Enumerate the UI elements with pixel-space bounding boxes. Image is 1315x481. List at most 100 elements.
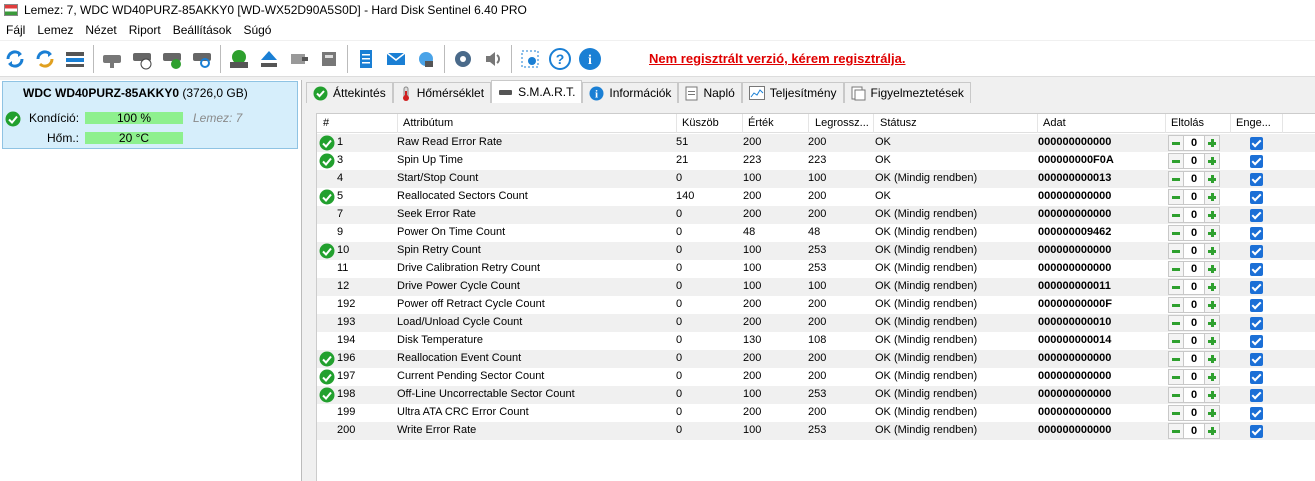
minus-icon[interactable] (1168, 153, 1184, 169)
table-row[interactable]: 194 Disk Temperature 0 130 108 OK (Mindig ren… (317, 332, 1315, 350)
enable-checkbox[interactable] (1250, 137, 1263, 150)
tab-performance[interactable]: Teljesítmény (741, 82, 844, 103)
tab-overview[interactable]: Áttekintés (306, 82, 393, 103)
enable-checkbox[interactable] (1250, 191, 1263, 204)
enable-checkbox[interactable] (1250, 425, 1263, 438)
table-row[interactable]: 1 Raw Read Error Rate 51 200 200 OK 0000000000… (317, 134, 1315, 152)
menu-report[interactable]: Riport (123, 23, 167, 37)
disk-test-icon[interactable] (159, 46, 185, 72)
table-row[interactable]: 196 Reallocation Event Count 0 200 200 OK (Mi… (317, 350, 1315, 368)
minus-icon[interactable] (1168, 333, 1184, 349)
minus-icon[interactable] (1168, 405, 1184, 421)
enable-checkbox[interactable] (1250, 173, 1263, 186)
sound-icon[interactable] (480, 46, 506, 72)
offset-value[interactable]: 0 (1184, 351, 1204, 367)
table-row[interactable]: 197 Current Pending Sector Count 0 200 200 OK… (317, 368, 1315, 386)
unregistered-link[interactable]: Nem regisztrált verzió, kérem regisztrál… (649, 51, 906, 66)
enable-checkbox[interactable] (1250, 245, 1263, 258)
menu-view[interactable]: Nézet (79, 23, 122, 37)
menu-file[interactable]: Fájl (0, 23, 31, 37)
minus-icon[interactable] (1168, 225, 1184, 241)
offset-value[interactable]: 0 (1184, 369, 1204, 385)
minus-icon[interactable] (1168, 135, 1184, 151)
enable-checkbox[interactable] (1250, 209, 1263, 222)
enable-checkbox[interactable] (1250, 155, 1263, 168)
minus-icon[interactable] (1168, 189, 1184, 205)
disk-schedule-icon[interactable] (129, 46, 155, 72)
minus-icon[interactable] (1168, 261, 1184, 277)
tab-alerts[interactable]: Figyelmeztetések (843, 82, 971, 103)
minus-icon[interactable] (1168, 369, 1184, 385)
column-header-enable[interactable]: Enge... (1236, 117, 1271, 129)
enable-checkbox[interactable] (1250, 353, 1263, 366)
minus-icon[interactable] (1168, 297, 1184, 313)
minus-icon[interactable] (1168, 423, 1184, 439)
enable-checkbox[interactable] (1250, 335, 1263, 348)
offset-value[interactable]: 0 (1184, 225, 1204, 241)
table-row[interactable]: 193 Load/Unload Cycle Count 0 200 200 OK (Min… (317, 314, 1315, 332)
enable-checkbox[interactable] (1250, 389, 1263, 402)
offset-value[interactable]: 0 (1184, 315, 1204, 331)
enable-checkbox[interactable] (1250, 299, 1263, 312)
enable-checkbox[interactable] (1250, 317, 1263, 330)
gear-icon[interactable] (450, 46, 476, 72)
offset-value[interactable]: 0 (1184, 171, 1204, 187)
minus-icon[interactable] (1168, 243, 1184, 259)
offset-value[interactable]: 0 (1184, 153, 1204, 169)
disk-tool-icon[interactable] (99, 46, 125, 72)
usb-disk-icon[interactable] (286, 46, 312, 72)
tab-log[interactable]: Napló (678, 82, 742, 103)
offset-value[interactable]: 0 (1184, 387, 1204, 403)
enable-checkbox[interactable] (1250, 407, 1263, 420)
offset-value[interactable]: 0 (1184, 333, 1204, 349)
enable-checkbox[interactable] (1250, 263, 1263, 276)
table-row[interactable]: 11 Drive Calibration Retry Count 0 100 253 OK… (317, 260, 1315, 278)
offset-value[interactable]: 0 (1184, 207, 1204, 223)
refresh-all-icon[interactable] (32, 46, 58, 72)
tab-temperature[interactable]: Hőmérséklet (392, 82, 492, 103)
table-row[interactable]: 4 Start/Stop Count 0 100 100 OK (Mindig rendb… (317, 170, 1315, 188)
plus-icon[interactable] (1204, 153, 1220, 169)
plus-icon[interactable] (1204, 225, 1220, 241)
minus-icon[interactable] (1168, 279, 1184, 295)
offset-value[interactable]: 0 (1184, 261, 1204, 277)
table-row[interactable]: 9 Power On Time Count 0 48 48 OK (Mindig rend… (317, 224, 1315, 242)
disk-list-icon[interactable] (62, 46, 88, 72)
table-row[interactable]: 198 Off-Line Uncorrectable Sector Count 0 1… (317, 386, 1315, 404)
offset-value[interactable]: 0 (1184, 135, 1204, 151)
offset-value[interactable]: 0 (1184, 423, 1204, 439)
plus-icon[interactable] (1204, 351, 1220, 367)
refresh-icon[interactable] (2, 46, 28, 72)
table-row[interactable]: 5 Reallocated Sectors Count 140 200 200 OK 000… (317, 188, 1315, 206)
external-disk-icon[interactable] (316, 46, 342, 72)
offset-value[interactable]: 0 (1184, 297, 1204, 313)
plus-icon[interactable] (1204, 189, 1220, 205)
column-header-worst[interactable]: Legrossz... (815, 117, 869, 129)
plus-icon[interactable] (1204, 171, 1220, 187)
eject-icon[interactable] (256, 46, 282, 72)
menu-help[interactable]: Súgó (237, 23, 277, 37)
menu-settings[interactable]: Beállítások (167, 23, 238, 37)
plus-icon[interactable] (1204, 369, 1220, 385)
column-header-status[interactable]: Státusz (880, 117, 917, 129)
help-icon[interactable]: ? (547, 46, 573, 72)
report-icon[interactable] (353, 46, 379, 72)
tab-smart[interactable]: S.M.A.R.T. (491, 80, 583, 103)
plus-icon[interactable] (1204, 315, 1220, 331)
table-row[interactable]: 199 Ultra ATA CRC Error Count 0 200 200 OK (M… (317, 404, 1315, 422)
column-header-threshold[interactable]: Küszöb (682, 117, 719, 129)
table-row[interactable]: 192 Power off Retract Cycle Count 0 200 200 O… (317, 296, 1315, 314)
table-row[interactable]: 7 Seek Error Rate 0 200 200 OK (Mindig rendbe… (317, 206, 1315, 224)
screenshot-icon[interactable] (517, 46, 543, 72)
column-header-attribute[interactable]: Attribútum (403, 117, 453, 129)
plus-icon[interactable] (1204, 387, 1220, 403)
menu-disk[interactable]: Lemez (31, 23, 79, 37)
plus-icon[interactable] (1204, 297, 1220, 313)
info-icon[interactable]: i (577, 46, 603, 72)
minus-icon[interactable] (1168, 207, 1184, 223)
plus-icon[interactable] (1204, 333, 1220, 349)
network-icon[interactable] (413, 46, 439, 72)
mail-icon[interactable] (383, 46, 409, 72)
minus-icon[interactable] (1168, 315, 1184, 331)
plus-icon[interactable] (1204, 243, 1220, 259)
